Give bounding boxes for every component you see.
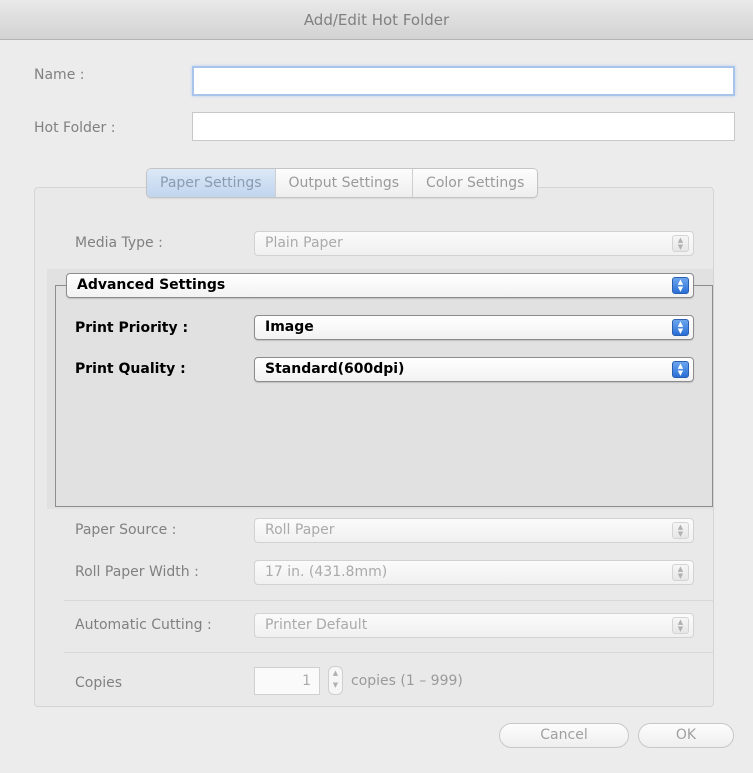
hot-folder-label: Hot Folder :	[34, 120, 116, 136]
name-field[interactable]	[192, 66, 735, 96]
ok-button[interactable]: OK	[638, 723, 734, 748]
advanced-settings-popup[interactable]: Advanced Settings ▲ ▼	[66, 273, 694, 298]
stepper-up-icon[interactable]: ▲	[329, 667, 342, 679]
media-type-label: Media Type :	[75, 235, 163, 251]
name-label: Name :	[34, 67, 85, 83]
popup-arrows-icon: ▲ ▼	[672, 617, 689, 634]
popup-arrows-icon: ▲ ▼	[672, 235, 689, 252]
tab-color-settings[interactable]: Color Settings	[413, 169, 538, 197]
popup-arrows-icon: ▲ ▼	[672, 277, 689, 294]
auto-cut-popup[interactable]: Printer Default ▲ ▼	[254, 613, 694, 638]
popup-arrows-icon: ▲ ▼	[672, 319, 689, 336]
paper-source-popup[interactable]: Roll Paper ▲ ▼	[254, 518, 694, 543]
print-quality-popup[interactable]: Standard(600dpi) ▲ ▼	[254, 357, 694, 382]
window-title: Add/Edit Hot Folder	[0, 0, 753, 40]
paper-source-value: Roll Paper	[265, 522, 335, 538]
advanced-border-top-left	[55, 285, 66, 286]
settings-tabs: Paper Settings Output Settings Color Set…	[146, 168, 539, 198]
popup-arrows-icon: ▲ ▼	[672, 564, 689, 581]
advanced-border-top-right	[694, 285, 713, 286]
popup-arrows-icon: ▲ ▼	[672, 361, 689, 378]
auto-cut-label: Automatic Cutting :	[75, 617, 212, 633]
hot-folder-field[interactable]	[192, 112, 735, 141]
tab-output-settings[interactable]: Output Settings	[275, 169, 414, 197]
roll-width-popup[interactable]: 17 in. (431.8mm) ▲ ▼	[254, 560, 694, 585]
roll-width-label: Roll Paper Width :	[75, 564, 199, 580]
copies-stepper[interactable]: ▲ ▼	[328, 666, 343, 695]
advanced-settings-value: Advanced Settings	[77, 277, 226, 293]
print-priority-value: Image	[265, 319, 314, 335]
roll-width-value: 17 in. (431.8mm)	[265, 564, 388, 580]
tab-paper-settings[interactable]: Paper Settings	[147, 169, 276, 197]
copies-label: Copies	[75, 675, 123, 691]
print-priority-popup[interactable]: Image ▲ ▼	[254, 315, 694, 340]
cancel-button[interactable]: Cancel	[499, 723, 629, 748]
print-quality-value: Standard(600dpi)	[265, 361, 405, 377]
popup-arrows-icon: ▲ ▼	[672, 522, 689, 539]
paper-source-label: Paper Source :	[75, 522, 177, 538]
divider	[64, 652, 714, 653]
auto-cut-value: Printer Default	[265, 617, 368, 633]
print-priority-label: Print Priority :	[75, 320, 189, 336]
divider	[64, 600, 714, 601]
stepper-down-icon[interactable]: ▼	[329, 679, 342, 691]
media-type-value: Plain Paper	[265, 235, 343, 251]
print-quality-label: Print Quality :	[75, 361, 186, 377]
media-type-popup[interactable]: Plain Paper ▲ ▼	[254, 231, 694, 256]
copies-range: copies (1 – 999)	[351, 673, 463, 689]
copies-field[interactable]: 1	[254, 667, 320, 695]
